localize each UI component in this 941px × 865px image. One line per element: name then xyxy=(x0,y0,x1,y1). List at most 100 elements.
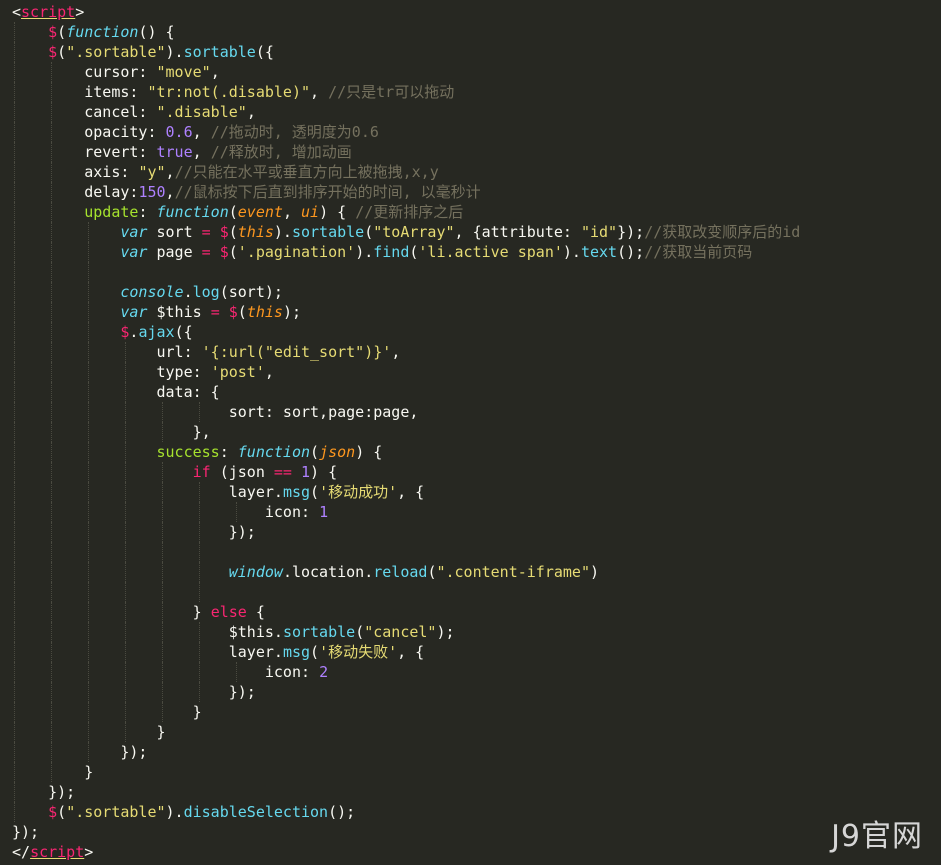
code-token-plain: ( xyxy=(228,243,238,261)
code-token-plain: , xyxy=(246,103,256,121)
indent-guide xyxy=(88,242,89,262)
indent-guide xyxy=(162,402,163,422)
indent-guide xyxy=(162,522,163,542)
code-line: cursor: "move", xyxy=(12,62,800,82)
indent-guide xyxy=(51,202,52,222)
indent-guide xyxy=(162,602,163,622)
code-token-comment: //更新排序之后 xyxy=(355,203,464,221)
indent-guide xyxy=(51,302,52,322)
code-line: }); xyxy=(12,682,800,702)
code-token-this: this xyxy=(246,303,283,321)
indent-guide xyxy=(88,502,89,522)
code-line: }, xyxy=(12,422,800,442)
code-line: type: 'post', xyxy=(12,362,800,382)
code-token-fn: msg xyxy=(282,643,311,661)
indent-guide xyxy=(14,142,15,162)
code-token-fn-i: var xyxy=(120,303,148,321)
indent-guide xyxy=(125,362,126,382)
indent-guide xyxy=(199,542,200,562)
code-token-str: "tr:not(.disable)" xyxy=(147,83,311,101)
indent-guide xyxy=(125,682,126,702)
indent-guide xyxy=(14,382,15,402)
watermark-logo: J9官网 xyxy=(831,819,923,854)
code-token-plain: ( xyxy=(310,483,320,501)
code-token-plain: ). xyxy=(165,43,184,61)
code-token-str: ".content-iframe" xyxy=(436,563,590,581)
code-token-plain: .location. xyxy=(282,563,374,581)
code-line: } else { xyxy=(12,602,800,622)
code-line: success: function(json) { xyxy=(12,442,800,462)
indent-guide xyxy=(125,622,126,642)
code-token-plain: (); xyxy=(328,803,356,821)
indent-guide xyxy=(14,622,15,642)
code-token-plain: } xyxy=(192,703,202,721)
code-token-str: ".disable" xyxy=(156,103,247,121)
indent-guide xyxy=(88,642,89,662)
indent-guide xyxy=(51,582,52,602)
indent-guide xyxy=(162,662,163,682)
indent-guide xyxy=(14,182,15,202)
indent-guide xyxy=(125,722,126,742)
indent-guide xyxy=(51,662,52,682)
code-token-plain: (); xyxy=(617,243,645,261)
indent-guide xyxy=(125,342,126,362)
code-token-plain: ( xyxy=(310,443,320,461)
indent-guide xyxy=(51,542,52,562)
code-editor[interactable]: <script> $(function() { $(".sortable").s… xyxy=(12,2,800,862)
code-line: console.log(sort); xyxy=(12,282,800,302)
code-token-kw: $ xyxy=(219,223,229,241)
indent-guide xyxy=(51,282,52,302)
code-token-fn-i: window xyxy=(228,563,283,581)
code-token-plain: }); xyxy=(12,823,40,841)
indent-guide xyxy=(162,622,163,642)
indent-guide xyxy=(199,402,200,422)
code-token-num: true xyxy=(156,143,193,161)
code-token-plain: }); xyxy=(48,783,76,801)
indent-guide xyxy=(14,122,15,142)
indent-guide xyxy=(125,502,126,522)
indent-guide xyxy=(14,522,15,542)
code-token-plain: ). xyxy=(355,243,374,261)
code-token-fn-i: var xyxy=(120,243,148,261)
indent-guide xyxy=(51,502,52,522)
code-token-tag-u: script xyxy=(21,3,76,21)
code-token-plain: ). xyxy=(273,223,292,241)
indent-guide xyxy=(125,522,126,542)
indent-guide xyxy=(14,222,15,242)
code-token-plain: , xyxy=(210,63,220,81)
code-token-plain: }); xyxy=(120,743,148,761)
code-token-plain: icon: xyxy=(264,503,320,521)
code-token-plain: }); xyxy=(228,523,256,541)
code-token-prop: update xyxy=(84,203,139,221)
indent-guide xyxy=(51,442,52,462)
indent-guide xyxy=(125,562,126,582)
indent-guide xyxy=(14,302,15,322)
indent-guide xyxy=(14,602,15,622)
code-token-str: ".sortable" xyxy=(66,803,166,821)
code-token-str: "id" xyxy=(580,223,618,241)
code-token-comment: //获取改变顺序后的id xyxy=(644,223,801,241)
code-line: opacity: 0.6, //拖动时, 透明度为0.6 xyxy=(12,122,800,142)
code-token-fn: reload xyxy=(373,563,428,581)
code-token-plain: sort: sort,page:page, xyxy=(228,403,419,421)
indent-guide xyxy=(88,382,89,402)
indent-guide xyxy=(51,742,52,762)
code-token-kw: if xyxy=(192,463,211,481)
indent-guide xyxy=(51,102,52,122)
indent-guide xyxy=(236,662,237,682)
indent-guide xyxy=(199,582,200,602)
indent-guide xyxy=(14,762,15,782)
code-line: layer.msg('移动失败', { xyxy=(12,642,800,662)
code-token-num: 150 xyxy=(138,183,166,201)
code-token-plain: type: xyxy=(156,363,211,381)
code-token-fn-i: function xyxy=(237,443,311,461)
